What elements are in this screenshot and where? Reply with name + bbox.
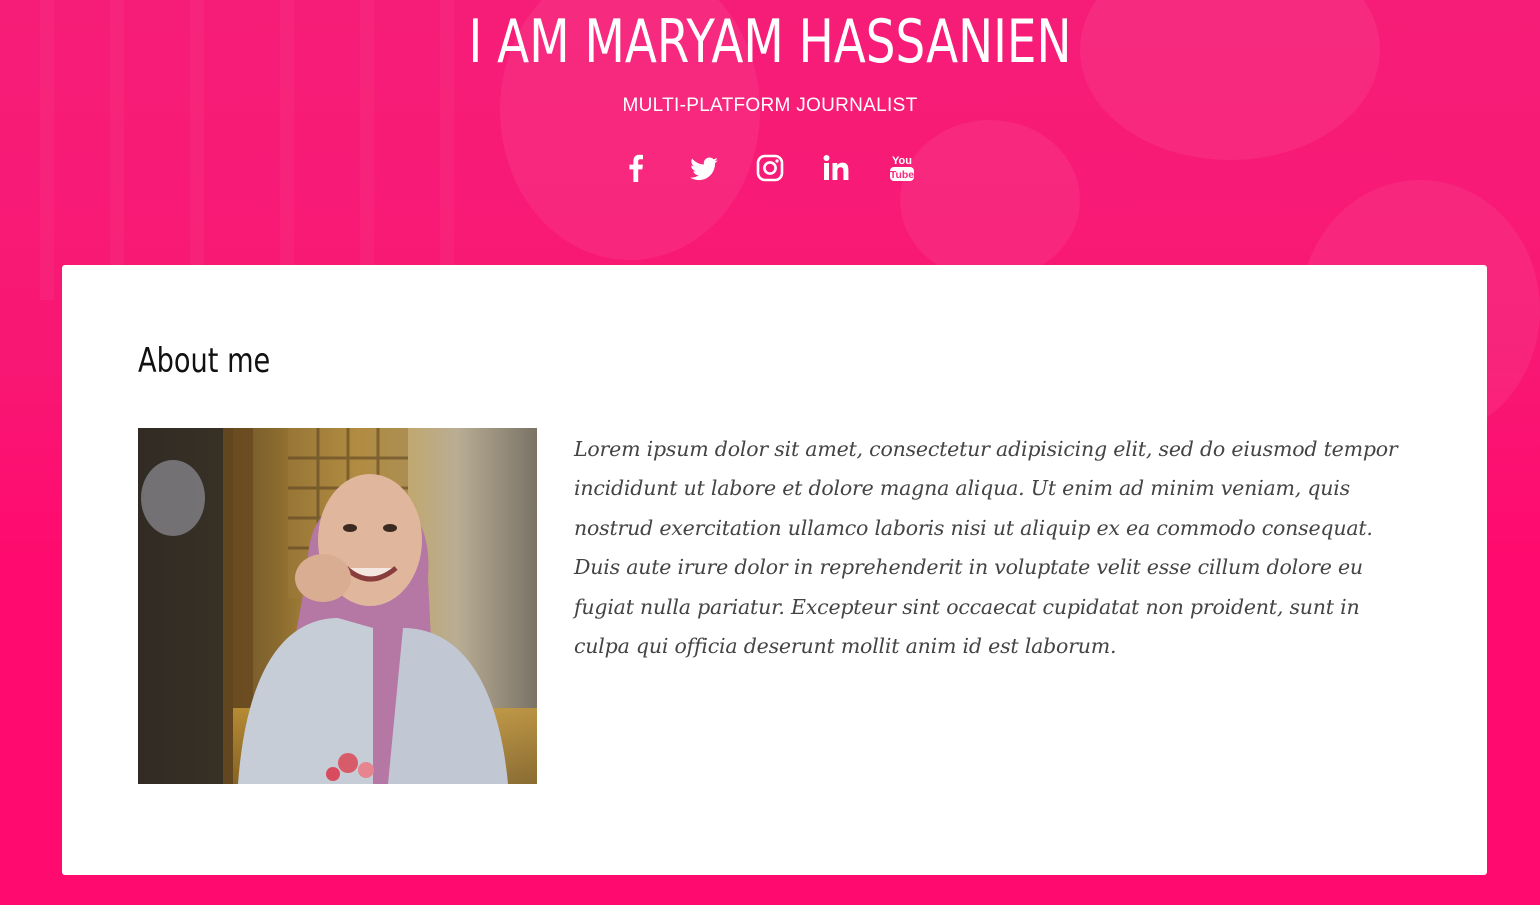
twitter-link[interactable] [686,150,722,186]
youtube-link[interactable]: You Tube [884,150,920,186]
facebook-link[interactable] [620,150,656,186]
linkedin-icon [823,155,849,180]
svg-text:Tube: Tube [890,169,914,181]
twitter-icon [690,157,718,181]
instagram-icon [756,154,784,182]
social-links: You Tube [0,150,1540,186]
facebook-icon [629,154,643,182]
youtube-icon: You Tube [890,155,914,181]
linkedin-link[interactable] [818,150,854,186]
about-text: Lorem ipsum dolor sit amet, consectetur … [574,437,1398,659]
site-title: I AM MARYAM HASSANIEN [468,7,1072,77]
instagram-link[interactable] [752,150,788,186]
svg-text:You: You [892,155,912,167]
about-card: About me Lorem ipsum dolor sit amet, con… [62,265,1487,875]
site-subtitle: MULTI-PLATFORM JOURNALIST [622,95,918,116]
profile-photo-illustration [138,428,537,784]
profile-photo [138,428,537,784]
about-heading: About me [138,341,271,381]
